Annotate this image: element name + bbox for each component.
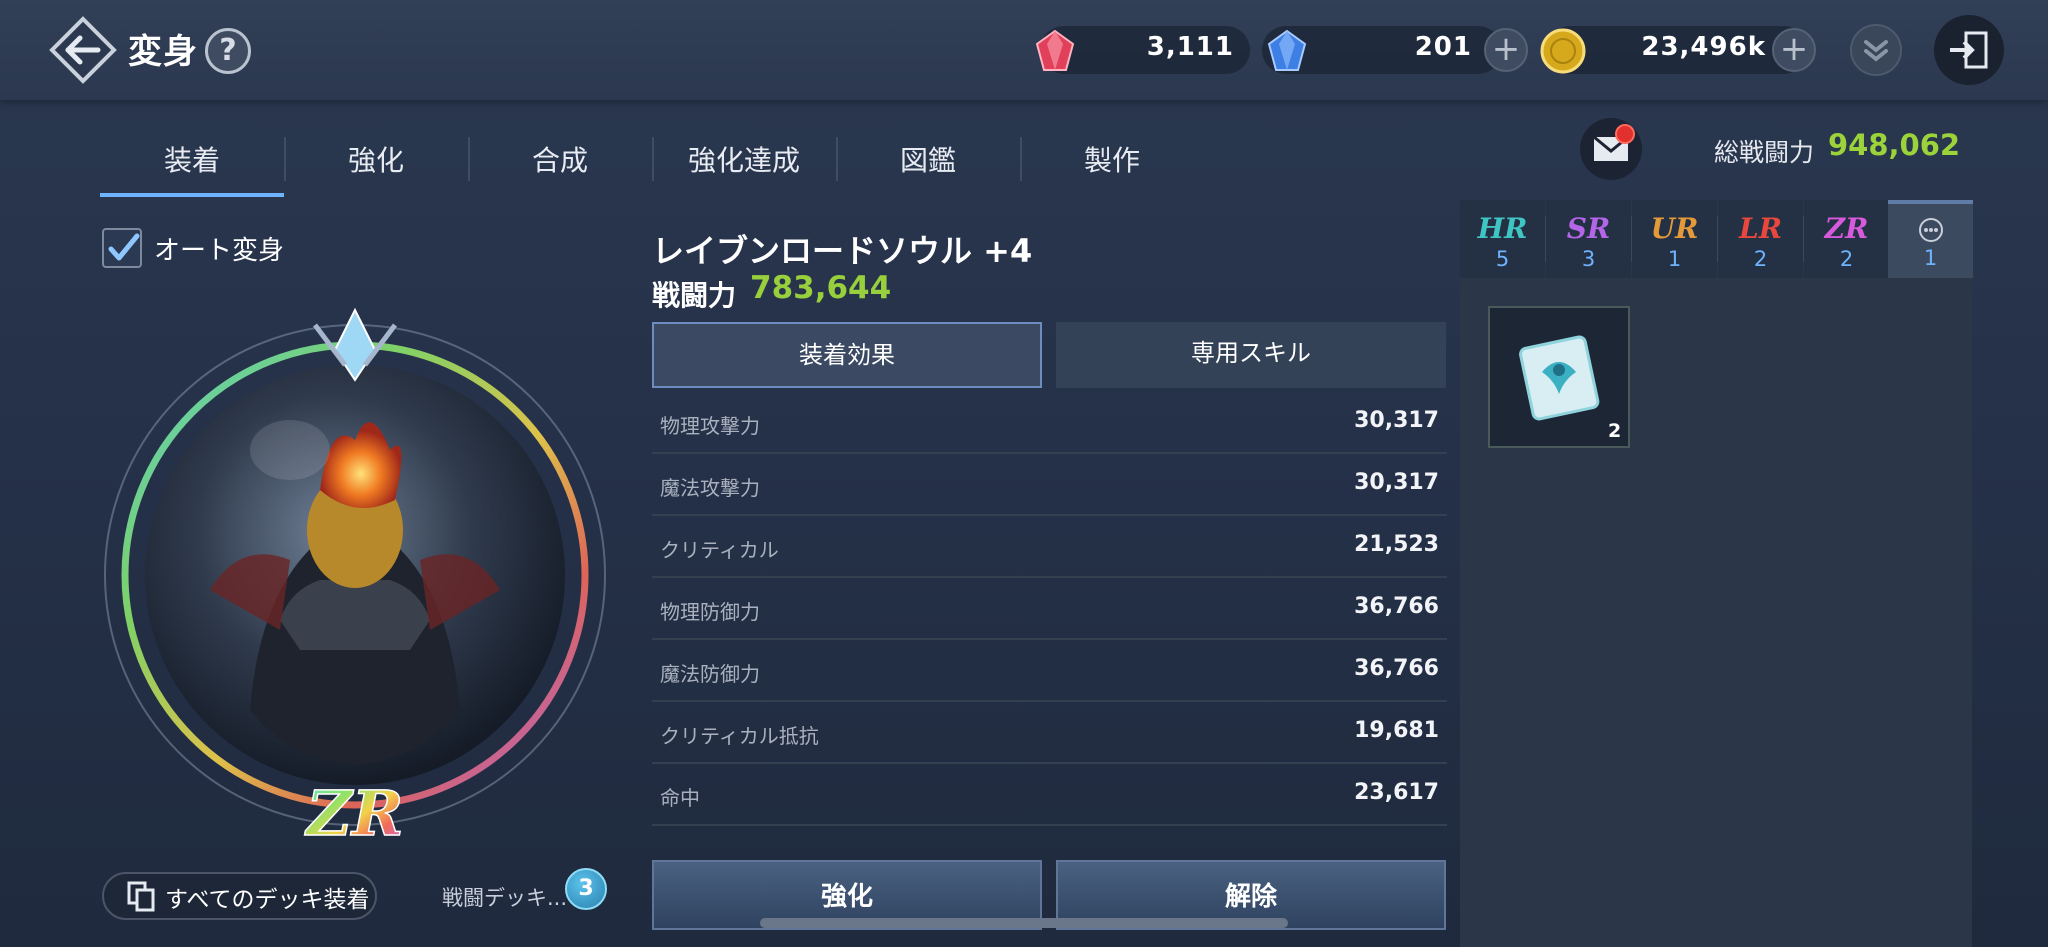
checkmark-icon (108, 233, 140, 261)
tab-crafting[interactable]: 製作 (1020, 125, 1204, 197)
total-power-value: 948,062 (1828, 128, 1961, 162)
grade-count: 5 (1495, 247, 1510, 271)
more-options-icon (1918, 218, 1943, 242)
grade-label: LR (1739, 212, 1782, 245)
help-button[interactable]: ? (205, 28, 251, 74)
gold-coin-icon (1540, 28, 1586, 74)
grade-count: 2 (1839, 247, 1854, 271)
tab-enhance[interactable]: 強化 (284, 125, 468, 197)
add-gold-button[interactable]: + (1772, 28, 1816, 72)
grade-count: 1 (1667, 247, 1682, 271)
stat-name: 魔法防御力 (660, 662, 760, 686)
character-name: レイブンロードソウル +4 (652, 232, 1033, 270)
blue-gem-count: 201 (1414, 32, 1472, 62)
horizontal-scrollbar[interactable] (760, 918, 1288, 928)
blue-gem-icon (1267, 29, 1307, 71)
tab-equip-effect[interactable]: 装着効果 (652, 322, 1042, 388)
stat-value: 30,317 (1354, 470, 1439, 495)
stat-row: クリティカル 21,523 (652, 516, 1447, 578)
stat-name: 物理攻撃力 (660, 414, 760, 438)
stat-row: 魔法攻撃力 30,317 (652, 454, 1447, 516)
grade-tab-lr[interactable]: LR 2 (1718, 200, 1803, 278)
notification-dot (1615, 124, 1635, 144)
copy-deck-icon (127, 881, 155, 912)
stat-value: 21,523 (1354, 532, 1439, 557)
stat-row: クリティカル抵抗 19,681 (652, 702, 1447, 764)
stat-value: 30,317 (1354, 408, 1439, 433)
grade-count: 3 (1581, 247, 1596, 271)
back-icon[interactable] (48, 15, 118, 85)
gold-count: 23,496k (1641, 32, 1766, 62)
stat-value: 36,766 (1354, 594, 1439, 619)
total-power-label: 総戦闘力 (1714, 138, 1815, 167)
stat-row: 物理防御力 36,766 (652, 578, 1447, 640)
stat-name: 魔法攻撃力 (660, 476, 760, 500)
transform-screen: { "header": { "title": "変身", "help": "?"… (0, 0, 2048, 947)
scroll-icon (1519, 335, 1600, 421)
page-title: 変身 (128, 32, 198, 72)
tab-equip[interactable]: 装着 (100, 125, 284, 197)
stat-value: 36,766 (1354, 656, 1439, 681)
stat-name: 命中 (660, 786, 700, 810)
add-blue-gem-button[interactable]: + (1484, 28, 1528, 72)
grade-count: 1 (1923, 246, 1938, 270)
stat-name: クリティカル抵抗 (660, 724, 819, 748)
tab-synthesis[interactable]: 合成 (468, 125, 652, 197)
item-count: 2 (1608, 420, 1622, 442)
tab-enhance-achievement[interactable]: 強化達成 (652, 125, 836, 197)
equip-all-decks-label: すべてのデッキ装着 (165, 887, 370, 913)
stat-value: 19,681 (1354, 718, 1439, 743)
tab-collection[interactable]: 図鑑 (836, 125, 1020, 197)
grade-tab-other[interactable]: 1 (1888, 200, 1973, 278)
double-chevron-down-icon (1864, 40, 1888, 62)
stat-row: 魔法防御力 36,766 (652, 640, 1447, 702)
grade-label: SR (1566, 212, 1611, 245)
grade-count: 2 (1753, 247, 1768, 271)
exit-door-icon (1950, 31, 1988, 69)
auto-transform-label: オート変身 (154, 236, 285, 266)
character-portrait: ZR (104, 307, 606, 850)
red-gem-icon (1035, 29, 1075, 71)
battle-deck-label[interactable]: 戦闘デッキ... (442, 882, 567, 912)
stat-row: 物理攻撃力 30,317 (652, 392, 1447, 454)
stat-value: 23,617 (1354, 780, 1439, 805)
grade-tab-hr[interactable]: HR 5 (1460, 200, 1545, 278)
stat-name: 物理防御力 (660, 600, 760, 624)
grade-tab-ur[interactable]: UR 1 (1632, 200, 1717, 278)
zr-grade-emblem: ZR (304, 777, 404, 850)
grade-label: UR (1650, 212, 1699, 245)
stat-name: クリティカル (660, 538, 779, 562)
grade-tab-zr[interactable]: ZR 2 (1804, 200, 1889, 278)
grade-tab-sr[interactable]: SR 3 (1546, 200, 1631, 278)
tab-exclusive-skill[interactable]: 専用スキル (1056, 322, 1446, 388)
stat-row: 命中 23,617 (652, 764, 1447, 826)
auto-transform-checkbox[interactable] (102, 228, 142, 268)
character-power-label: 戦闘力 (652, 279, 737, 312)
grade-label: ZR (1824, 212, 1869, 245)
character-power-value: 783,644 (750, 270, 892, 306)
grade-label: HR (1477, 212, 1528, 245)
red-gem-count: 3,111 (1146, 32, 1234, 62)
battle-deck-number[interactable]: 3 (565, 868, 607, 910)
